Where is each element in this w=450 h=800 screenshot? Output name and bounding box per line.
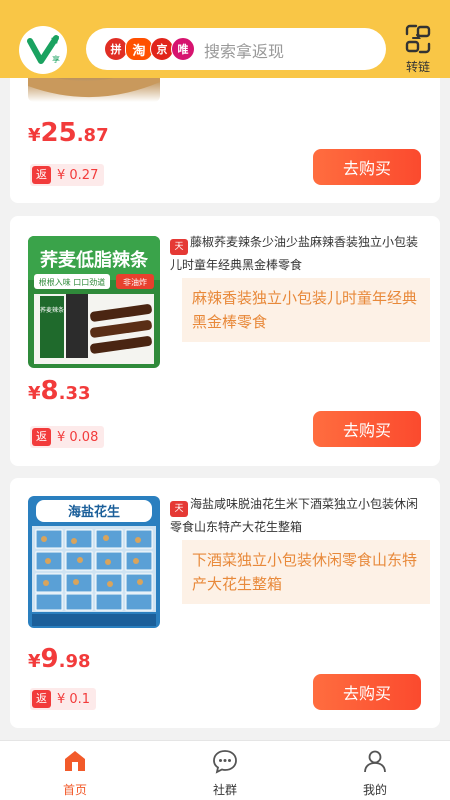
chat-bubble-icon: [213, 750, 237, 774]
price-integer: 25: [40, 118, 77, 148]
transfer-link-button[interactable]: 转链: [398, 22, 438, 75]
price-decimal: .98: [58, 651, 91, 672]
price-symbol: ¥: [28, 383, 41, 404]
thumb-headline: 荞麦低脂辣条: [40, 249, 149, 271]
search-bar[interactable]: 拼 淘 京 唯 搜索拿返现: [86, 28, 386, 70]
price-symbol: ¥: [28, 651, 41, 672]
rebate-badge: 返 ¥ 0.27: [30, 164, 105, 186]
nav-label-home: 首页: [62, 783, 87, 797]
nav-label-community: 社群: [212, 783, 237, 797]
app-logo[interactable]: 享: [19, 26, 67, 74]
thumb-tag-right: 非油炸: [123, 277, 147, 287]
rebate-tag: 返: [32, 428, 51, 446]
top-header: 享 拼 淘 京 唯 搜索拿返现 转链: [0, 0, 450, 78]
nav-item-community[interactable]: 社群: [150, 741, 300, 800]
product-title-row[interactable]: 天海盐咸味脱油花生米下酒菜独立小包装休闲零食山东特产大花生整箱: [170, 494, 426, 537]
nav-item-home[interactable]: 首页: [0, 741, 150, 800]
svg-text:享: 享: [52, 54, 60, 64]
transfer-label: 转链: [405, 60, 430, 74]
product-title: 藤椒荞麦辣条少油少盐麻辣香装独立小包装儿时童年经典黑金棒零食: [170, 235, 419, 272]
product-card: 海盐花生 天海盐咸味脱油花生米下酒菜独立小包装休闲零食山东特产大花生整箱 下酒菜…: [10, 478, 440, 728]
price-integer: 8: [40, 376, 59, 406]
nav-label-profile: 我的: [362, 783, 387, 797]
tmall-icon: 天: [170, 501, 188, 517]
vip-badge: 唯: [171, 37, 195, 61]
price-decimal: .87: [76, 125, 109, 146]
platform-badges: 拼 淘 京 唯: [104, 37, 195, 61]
product-price: ¥25.87: [28, 118, 109, 148]
bottom-nav: 首页 社群 我的: [0, 740, 450, 800]
rebate-tag: 返: [32, 166, 51, 184]
rebate-badge: 返 ¥ 0.1: [30, 688, 97, 710]
rebate-tag: 返: [32, 690, 51, 708]
thumb-tag-left: 根根入味 口口劲道: [39, 277, 106, 287]
buy-button[interactable]: 去购买: [313, 149, 421, 185]
product-thumbnail[interactable]: 海盐花生: [28, 496, 160, 628]
product-thumbnail[interactable]: 荞麦低脂辣条 根根入味 口口劲道 非油炸 荞麦辣条: [28, 236, 160, 368]
rebate-badge: 返 ¥ 0.08: [30, 426, 105, 448]
product-title: 海盐咸味脱油花生米下酒菜独立小包装休闲零食山东特产大花生整箱: [170, 497, 419, 534]
price-integer: 9: [40, 644, 59, 674]
taobao-badge: 淘: [125, 37, 153, 61]
link-transfer-icon: [405, 24, 431, 54]
product-description: 麻辣香装独立小包装儿时童年经典黑金棒零食: [182, 278, 430, 342]
price-decimal: .33: [58, 383, 91, 404]
rebate-value: ¥ 0.08: [57, 429, 99, 445]
rebate-value: ¥ 0.1: [57, 691, 91, 707]
buy-button[interactable]: 去购买: [313, 411, 421, 447]
buy-button[interactable]: 去购买: [313, 674, 421, 710]
logo-v-icon: 享: [27, 35, 60, 64]
product-price: ¥9.98: [28, 644, 91, 674]
rebate-value: ¥ 0.27: [57, 167, 99, 183]
price-symbol: ¥: [28, 125, 41, 146]
peanuts-box-image: 海盐花生: [28, 496, 160, 628]
user-icon: [364, 750, 386, 773]
tmall-icon: 天: [170, 239, 188, 255]
search-placeholder[interactable]: 搜索拿返现: [204, 38, 284, 62]
product-price: ¥8.33: [28, 376, 91, 406]
spicy-strips-image: 荞麦低脂辣条 根根入味 口口劲道 非油炸 荞麦辣条: [28, 236, 160, 368]
product-description: 下酒菜独立小包装休闲零食山东特产大花生整箱: [182, 540, 430, 604]
thumb-pack-label: 荞麦辣条: [40, 306, 64, 314]
nav-item-profile[interactable]: 我的: [300, 741, 450, 800]
thumb-headline: 海盐花生: [68, 504, 120, 520]
product-card: 荞麦低脂辣条 根根入味 口口劲道 非油炸 荞麦辣条 天藤椒荞麦辣条少油少盐麻辣香…: [10, 216, 440, 466]
product-title-row[interactable]: 天藤椒荞麦辣条少油少盐麻辣香装独立小包装儿时童年经典黑金棒零食: [170, 232, 426, 275]
home-icon: [65, 751, 85, 771]
